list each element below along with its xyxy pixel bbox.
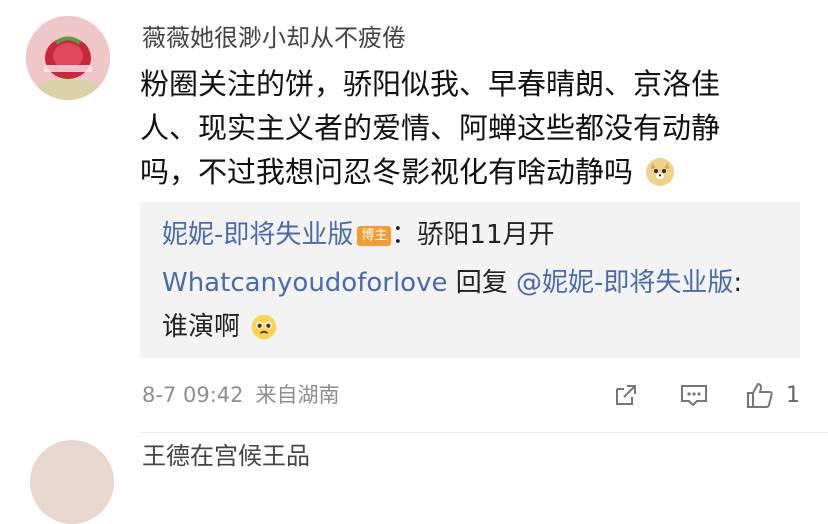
like-count: 1: [786, 382, 800, 408]
reply-content-2: 谁演啊: [162, 312, 241, 342]
comment-location: 来自湖南: [255, 383, 340, 407]
comment-text: 粉圈关注的饼，骄阳似我、早春晴朗、京洛佳人、现实主义者的爱情、阿蝉这些都没有动静…: [140, 62, 750, 194]
thumbs-up-icon: [747, 382, 773, 408]
pleading-face-emoji-icon: [250, 313, 282, 345]
reply-content: 骄阳11月开: [417, 220, 555, 250]
like-button[interactable]: 1: [744, 378, 800, 412]
share-icon: [616, 385, 636, 405]
avatar-image: [26, 16, 110, 100]
comment-divider: [140, 432, 828, 433]
doge-emoji-icon: [644, 156, 676, 188]
mention-link[interactable]: @妮妮-即将失业版: [516, 268, 733, 298]
avatar[interactable]: [26, 16, 110, 100]
reply-user-link[interactable]: Whatcanyoudoforlove: [162, 268, 447, 298]
next-comment-username[interactable]: 王德在宫候王品: [142, 440, 310, 472]
blogger-badge: 博主: [357, 226, 392, 246]
comment-meta: 8-7 09:42 来自湖南: [142, 381, 340, 409]
comment-icon: [681, 385, 707, 407]
comment-button[interactable]: [678, 378, 710, 412]
reply-line-author: 妮妮-即将失业版 博主 ：骄阳11月开: [162, 217, 555, 253]
reply-colon-2: :: [733, 268, 743, 298]
reply-line-reply: Whatcanyoudoforlove 回复 @妮妮-即将失业版:: [162, 265, 742, 301]
reply-word: 回复: [447, 268, 516, 298]
reply-colon: ：: [391, 220, 418, 250]
share-button[interactable]: [611, 378, 641, 412]
reply-box[interactable]: 妮妮-即将失业版 博主 ：骄阳11月开 Whatcanyoudoforlove 回复…: [140, 202, 800, 358]
comment-username[interactable]: 薇薇她很渺小却从不疲倦: [142, 22, 406, 54]
reply-author-link[interactable]: 妮妮-即将失业版: [162, 220, 353, 250]
reply-line-content: 谁演啊: [162, 309, 282, 345]
comment-text-content: 粉圈关注的饼，骄阳似我、早春晴朗、京洛佳人、现实主义者的爱情、阿蝉这些都没有动静…: [140, 67, 721, 189]
comment-time: 8-7 09:42: [142, 383, 244, 407]
